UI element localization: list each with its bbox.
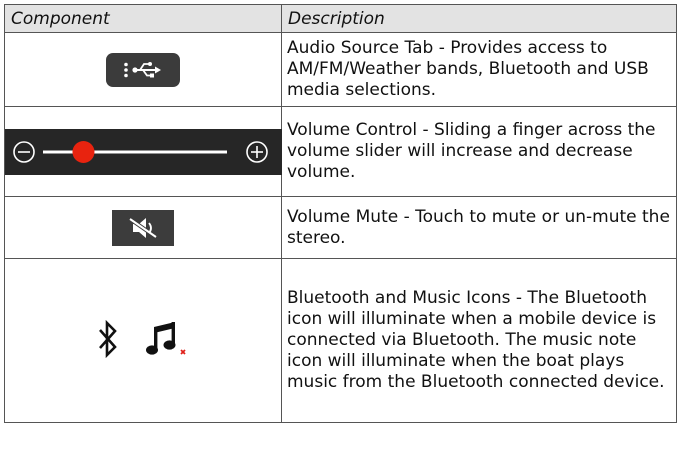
usb-icon [124,61,161,77]
component-cell [4,258,282,423]
mute-button[interactable] [112,209,174,246]
component-cell [4,196,282,259]
description-cell: Bluetooth and Music Icons - The Bluetoot… [281,258,677,423]
table-row: Volume Mute - Touch to mute or un-mute t… [4,196,677,259]
component-cell [4,32,282,107]
header-row: Component Description [4,4,677,33]
slider-knob[interactable] [72,140,95,163]
music-note-icon [146,321,186,355]
description-cell: Volume Control - Sliding a finger across… [281,106,677,197]
table-row: Audio Source Tab - Provides access to AM… [4,32,677,107]
components-table: Component Description Audio Source Tab -… [4,4,677,423]
description-column-header: Description [281,4,677,33]
component-column-header: Component [4,4,282,33]
mute-icon [128,216,158,239]
description-cell: Volume Mute - Touch to mute or un-mute t… [281,196,677,259]
component-cell [4,106,282,197]
description-cell: Audio Source Tab - Provides access to AM… [281,32,677,107]
table-row: Bluetooth and Music Icons - The Bluetoot… [4,258,677,423]
music-x-icon [180,348,186,355]
bluetooth-icon [99,319,117,358]
bluetooth-music-icons [97,319,189,359]
table-row: Volume Control - Sliding a finger across… [4,106,677,197]
audio-source-tab-button[interactable] [106,52,180,87]
volume-slider[interactable] [5,128,282,175]
